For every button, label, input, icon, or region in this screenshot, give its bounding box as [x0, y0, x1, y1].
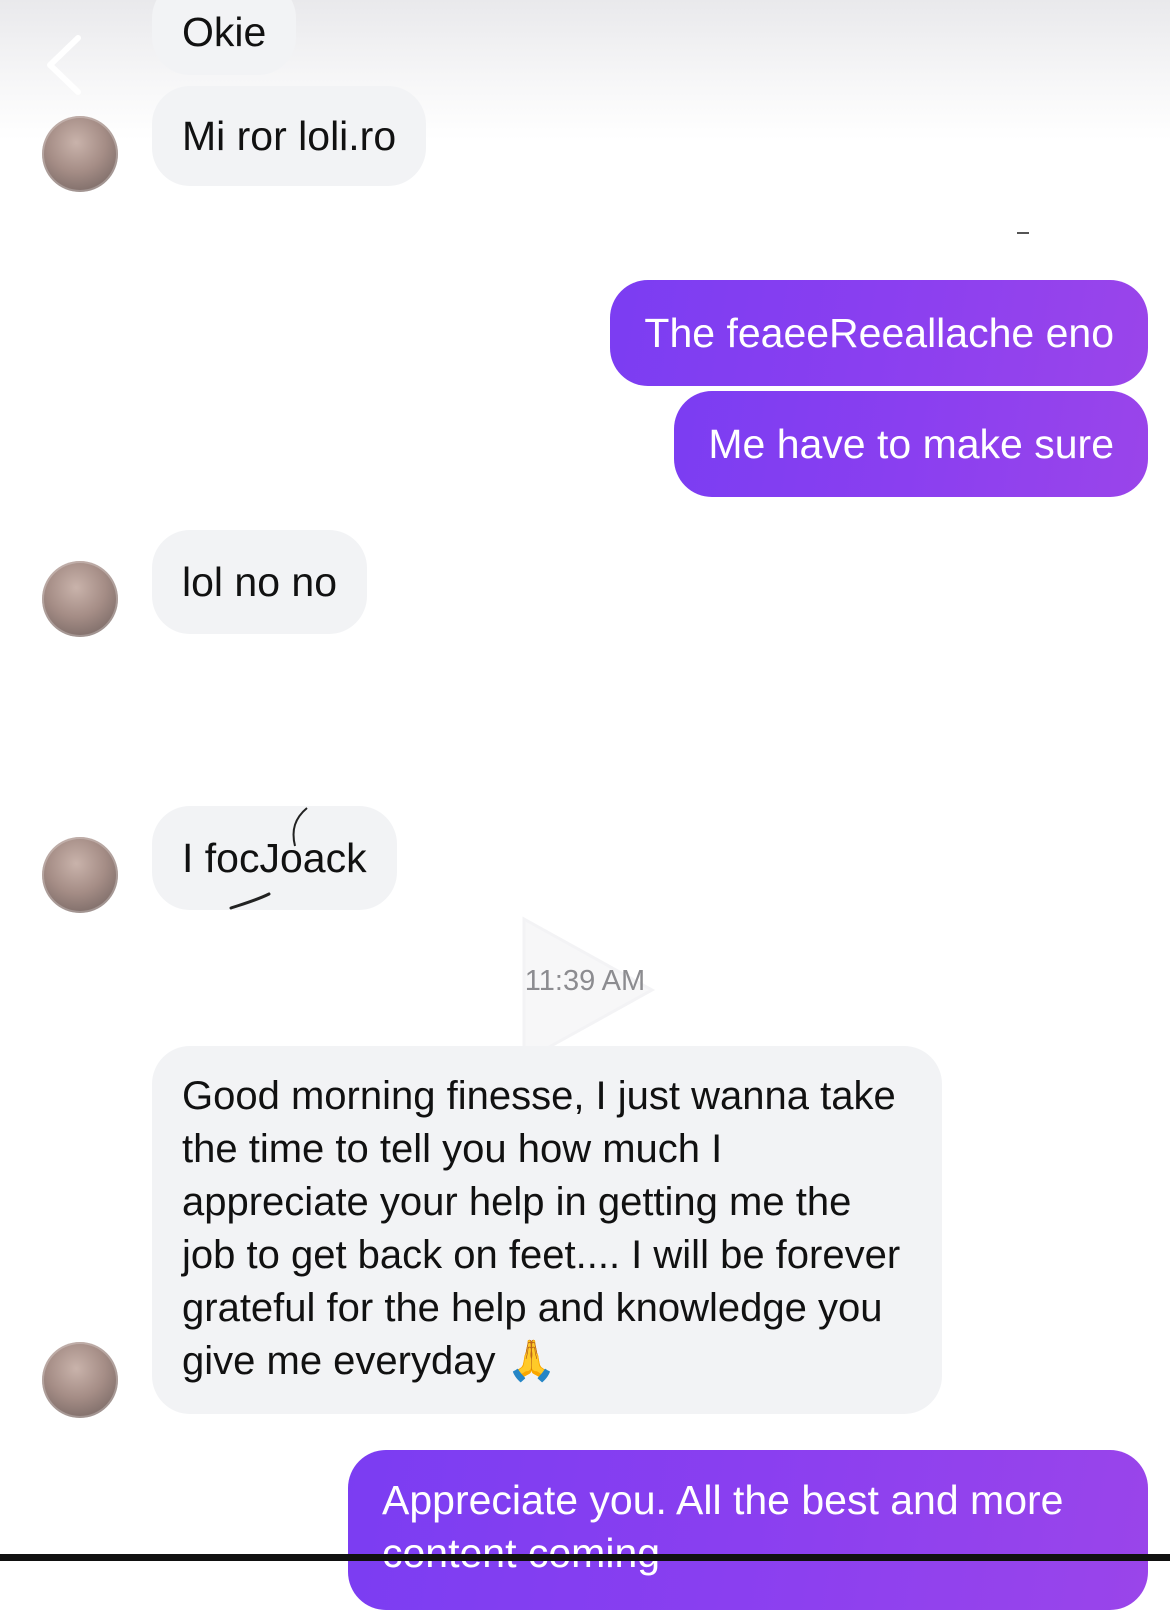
- timestamp: 11:39 AM: [524, 965, 646, 997]
- bottom-edge-bar: [0, 1554, 1170, 1561]
- message-text: The feaeeReeallache eno: [644, 310, 1114, 356]
- message-bubble-incoming[interactable]: Mi ror loli.ro: [152, 86, 427, 186]
- message-text: Good morning finesse, I just wanna take …: [182, 1074, 901, 1383]
- contact-avatar[interactable]: [42, 837, 118, 913]
- message-bubble-incoming[interactable]: Okie: [152, 0, 297, 75]
- message-bubble-incoming[interactable]: lol no no: [152, 530, 368, 634]
- message-text: Okie: [182, 9, 267, 55]
- contact-avatar[interactable]: [42, 1342, 118, 1418]
- handwriting-scribble: [229, 807, 308, 910]
- message-text: Me have to make sure: [708, 421, 1114, 467]
- message-text: Appreciate you. All the best and more co…: [382, 1477, 1064, 1576]
- message-text: Mi ror loli.ro: [182, 113, 397, 159]
- contact-avatar[interactable]: [42, 116, 118, 192]
- message-bubble-incoming[interactable]: Good morning finesse, I just wanna take …: [152, 1046, 942, 1414]
- message-text: lol no no: [182, 559, 338, 605]
- back-button[interactable]: [36, 30, 96, 100]
- message-bubble-outgoing[interactable]: The feaeeReeallache eno: [610, 280, 1148, 386]
- message-bubble-outgoing[interactable]: Me have to make sure: [674, 391, 1148, 497]
- contact-avatar[interactable]: [42, 561, 118, 637]
- chevron-left-icon: [47, 35, 81, 95]
- message-bubble-outgoing[interactable]: Appreciate you. All the best and more co…: [348, 1450, 1148, 1610]
- divider-mark: [1017, 232, 1029, 234]
